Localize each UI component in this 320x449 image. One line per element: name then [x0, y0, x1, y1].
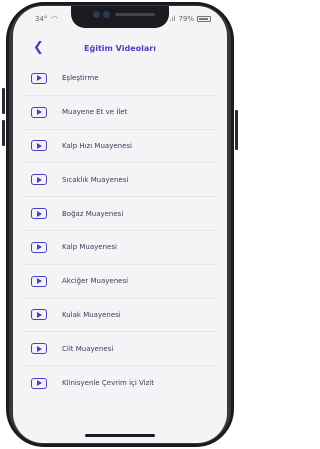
- play-icon: [31, 140, 47, 152]
- speaker-grille: [115, 13, 155, 16]
- video-item-eslestirme[interactable]: Eşleştirme: [23, 62, 217, 96]
- video-label: Boğaz Muayenesi: [62, 209, 124, 218]
- play-icon: [31, 174, 47, 186]
- page-title: Eğitim Videoları: [84, 44, 156, 53]
- video-label: Akciğer Muayenesi: [62, 277, 129, 286]
- volume-down-button: [2, 120, 5, 146]
- play-icon: [31, 309, 47, 321]
- play-icon: [31, 343, 47, 355]
- video-label: Kalp Hızı Muayenesi: [62, 141, 132, 150]
- video-item-kulak[interactable]: Kulak Muayenesi: [23, 298, 217, 333]
- play-icon: [31, 72, 47, 84]
- video-item-kalp[interactable]: Kalp Muayenesi: [23, 230, 217, 265]
- video-label: Klinisyenle Çevrim içi Vizit: [62, 379, 154, 388]
- video-item-sicaklik[interactable]: Sıcaklık Muayenesi: [23, 163, 217, 198]
- play-icon: [31, 106, 47, 118]
- home-indicator[interactable]: [85, 434, 155, 437]
- play-icon: [31, 275, 47, 287]
- status-temperature: 34°: [35, 15, 48, 23]
- status-right-group: .ıl 79%: [169, 15, 211, 23]
- camera-icon: [93, 11, 100, 18]
- notch: [71, 6, 169, 28]
- video-item-cilt[interactable]: Cilt Muayenesi: [23, 332, 217, 367]
- play-icon: [31, 241, 47, 253]
- app-screen: 34° ◠ .ıl 79% ❮ Eğitim Videoları Eşleşti…: [13, 6, 227, 443]
- battery-icon: [197, 16, 211, 22]
- video-label: Kalp Muayenesi: [62, 243, 117, 252]
- video-item-akciger[interactable]: Akciğer Muayenesi: [23, 264, 217, 299]
- video-label: Cilt Muayenesi: [62, 344, 114, 353]
- sensor-icon: [103, 11, 110, 18]
- battery-percent: 79%: [178, 15, 194, 23]
- power-button: [235, 110, 238, 150]
- video-label: Muayene Et ve İlet: [62, 108, 128, 117]
- video-label: Kulak Muayenesi: [62, 310, 121, 319]
- signal-icon: .ıl: [169, 15, 176, 23]
- video-item-kalp-hizi[interactable]: Kalp Hızı Muayenesi: [23, 129, 217, 164]
- video-item-online-visit[interactable]: Klinisyenle Çevrim içi Vizit: [23, 366, 217, 400]
- volume-up-button: [2, 88, 5, 114]
- video-label: Sıcaklık Muayenesi: [62, 175, 129, 184]
- play-icon: [31, 377, 47, 389]
- video-item-bogaz[interactable]: Boğaz Muayenesi: [23, 197, 217, 231]
- play-icon: [31, 208, 47, 220]
- header: ❮ Eğitim Videoları: [13, 38, 227, 60]
- video-label: Eşleştirme: [62, 74, 99, 83]
- wifi-icon: ◠: [51, 14, 58, 23]
- video-item-muayene-et-ve-ilet[interactable]: Muayene Et ve İlet: [23, 95, 217, 130]
- video-list: Eşleştirme Muayene Et ve İlet Kalp Hızı …: [23, 62, 217, 400]
